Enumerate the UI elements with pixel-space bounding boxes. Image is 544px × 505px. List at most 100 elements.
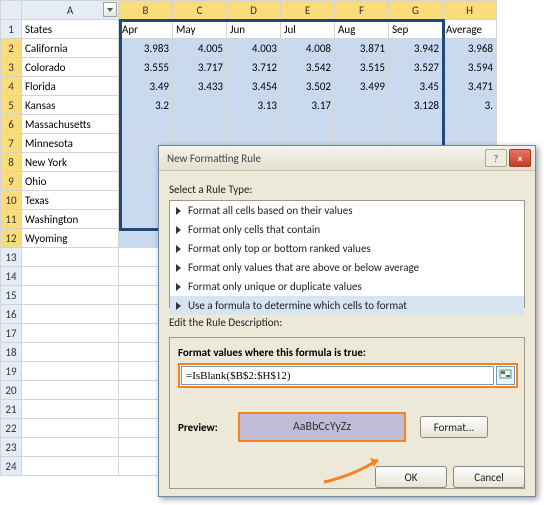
col-header-f[interactable]: F <box>335 1 389 20</box>
col-header-e[interactable]: E <box>281 1 335 20</box>
formula-input[interactable] <box>181 366 494 385</box>
cell[interactable] <box>173 96 227 115</box>
row-header[interactable]: 21 <box>1 400 22 419</box>
row-header[interactable]: 22 <box>1 419 22 438</box>
header-cell[interactable]: May <box>173 20 227 39</box>
cell[interactable] <box>389 115 443 134</box>
cell[interactable]: 3. <box>443 96 497 115</box>
cell[interactable]: Washington <box>22 210 119 229</box>
row-header[interactable]: 6 <box>1 115 22 134</box>
cell[interactable]: Texas <box>22 191 119 210</box>
row-header[interactable]: 20 <box>1 381 22 400</box>
cell[interactable]: 3.968 <box>443 39 497 58</box>
header-cell[interactable]: Apr <box>119 20 173 39</box>
rule-type-item[interactable]: Format only values that are above or bel… <box>170 258 524 277</box>
cell[interactable] <box>22 286 119 305</box>
row-header[interactable]: 17 <box>1 324 22 343</box>
cell[interactable]: 4.005 <box>173 39 227 58</box>
cell[interactable] <box>22 400 119 419</box>
row-header[interactable]: 19 <box>1 362 22 381</box>
rule-type-list[interactable]: Format all cells based on their values F… <box>169 200 525 308</box>
header-cell[interactable]: Jun <box>227 20 281 39</box>
cell[interactable] <box>22 419 119 438</box>
cancel-button[interactable]: Cancel <box>453 466 525 488</box>
header-cell[interactable]: Aug <box>335 20 389 39</box>
cell[interactable] <box>22 305 119 324</box>
rule-type-item[interactable]: Format all cells based on their values <box>170 201 524 220</box>
rule-type-item[interactable]: Format only cells that contain <box>170 220 524 239</box>
row-header[interactable]: 1 <box>1 20 22 39</box>
cell[interactable] <box>281 115 335 134</box>
col-header-g[interactable]: G <box>389 1 443 20</box>
cell[interactable]: Kansas <box>22 96 119 115</box>
cell[interactable]: 3.2 <box>119 96 173 115</box>
format-button[interactable]: Format... <box>420 416 488 438</box>
cell[interactable]: Massachusetts <box>22 115 119 134</box>
cell[interactable] <box>22 324 119 343</box>
cell[interactable]: 3.128 <box>389 96 443 115</box>
cell[interactable] <box>22 248 119 267</box>
row-header[interactable]: 16 <box>1 305 22 324</box>
col-header-h[interactable]: H <box>443 1 497 20</box>
cell[interactable]: New York <box>22 153 119 172</box>
close-button[interactable]: × <box>509 149 531 167</box>
cell[interactable] <box>227 115 281 134</box>
cell[interactable] <box>335 96 389 115</box>
cell[interactable]: 3.433 <box>173 77 227 96</box>
row-header[interactable]: 14 <box>1 267 22 286</box>
range-selector-button[interactable] <box>496 366 515 385</box>
cell[interactable]: 3.871 <box>335 39 389 58</box>
cell[interactable] <box>335 115 389 134</box>
cell[interactable]: 3.717 <box>173 58 227 77</box>
cell[interactable]: 3.942 <box>389 39 443 58</box>
cell[interactable] <box>22 343 119 362</box>
cell[interactable]: 4.003 <box>227 39 281 58</box>
cell[interactable]: Florida <box>22 77 119 96</box>
cell[interactable]: California <box>22 39 119 58</box>
row-header[interactable]: 4 <box>1 77 22 96</box>
cell[interactable] <box>443 115 497 134</box>
filter-dropdown-icon[interactable] <box>103 2 117 17</box>
header-cell[interactable]: States <box>22 20 119 39</box>
rule-type-item[interactable]: Format only top or bottom ranked values <box>170 239 524 258</box>
cell[interactable] <box>22 362 119 381</box>
cell[interactable]: Ohio <box>22 172 119 191</box>
cell[interactable] <box>22 457 119 476</box>
cell[interactable]: 3.502 <box>281 77 335 96</box>
ok-button[interactable]: OK <box>375 466 447 488</box>
cell[interactable]: 3.13 <box>227 96 281 115</box>
cell[interactable]: 3.527 <box>389 58 443 77</box>
cell[interactable] <box>22 438 119 457</box>
dialog-titlebar[interactable]: New Formatting Rule ? × <box>159 146 535 171</box>
header-cell[interactable]: Average <box>443 20 497 39</box>
row-header[interactable]: 10 <box>1 191 22 210</box>
row-header[interactable]: 24 <box>1 457 22 476</box>
cell[interactable]: Minnesota <box>22 134 119 153</box>
cell[interactable]: 3.594 <box>443 58 497 77</box>
cell[interactable]: 3.515 <box>335 58 389 77</box>
rule-type-item[interactable]: Use a formula to determine which cells t… <box>170 296 524 315</box>
row-header[interactable]: 15 <box>1 286 22 305</box>
cell[interactable]: 3.49 <box>119 77 173 96</box>
row-header[interactable]: 11 <box>1 210 22 229</box>
cell[interactable] <box>22 381 119 400</box>
col-header-d[interactable]: D <box>227 1 281 20</box>
cell[interactable] <box>22 267 119 286</box>
cell[interactable]: 3.17 <box>281 96 335 115</box>
cell[interactable]: 4.008 <box>281 39 335 58</box>
row-header[interactable]: 3 <box>1 58 22 77</box>
cell[interactable]: Wyoming <box>22 229 119 248</box>
col-header-a[interactable]: A <box>22 1 119 20</box>
row-header[interactable]: 9 <box>1 172 22 191</box>
select-all-corner[interactable] <box>1 1 22 20</box>
help-button[interactable]: ? <box>485 149 507 167</box>
row-header[interactable]: 5 <box>1 96 22 115</box>
col-header-b[interactable]: B <box>119 1 173 20</box>
row-header[interactable]: 2 <box>1 39 22 58</box>
cell[interactable]: 3.555 <box>119 58 173 77</box>
row-header[interactable]: 18 <box>1 343 22 362</box>
col-header-c[interactable]: C <box>173 1 227 20</box>
row-header[interactable]: 8 <box>1 153 22 172</box>
cell[interactable] <box>173 115 227 134</box>
cell[interactable]: 3.454 <box>227 77 281 96</box>
